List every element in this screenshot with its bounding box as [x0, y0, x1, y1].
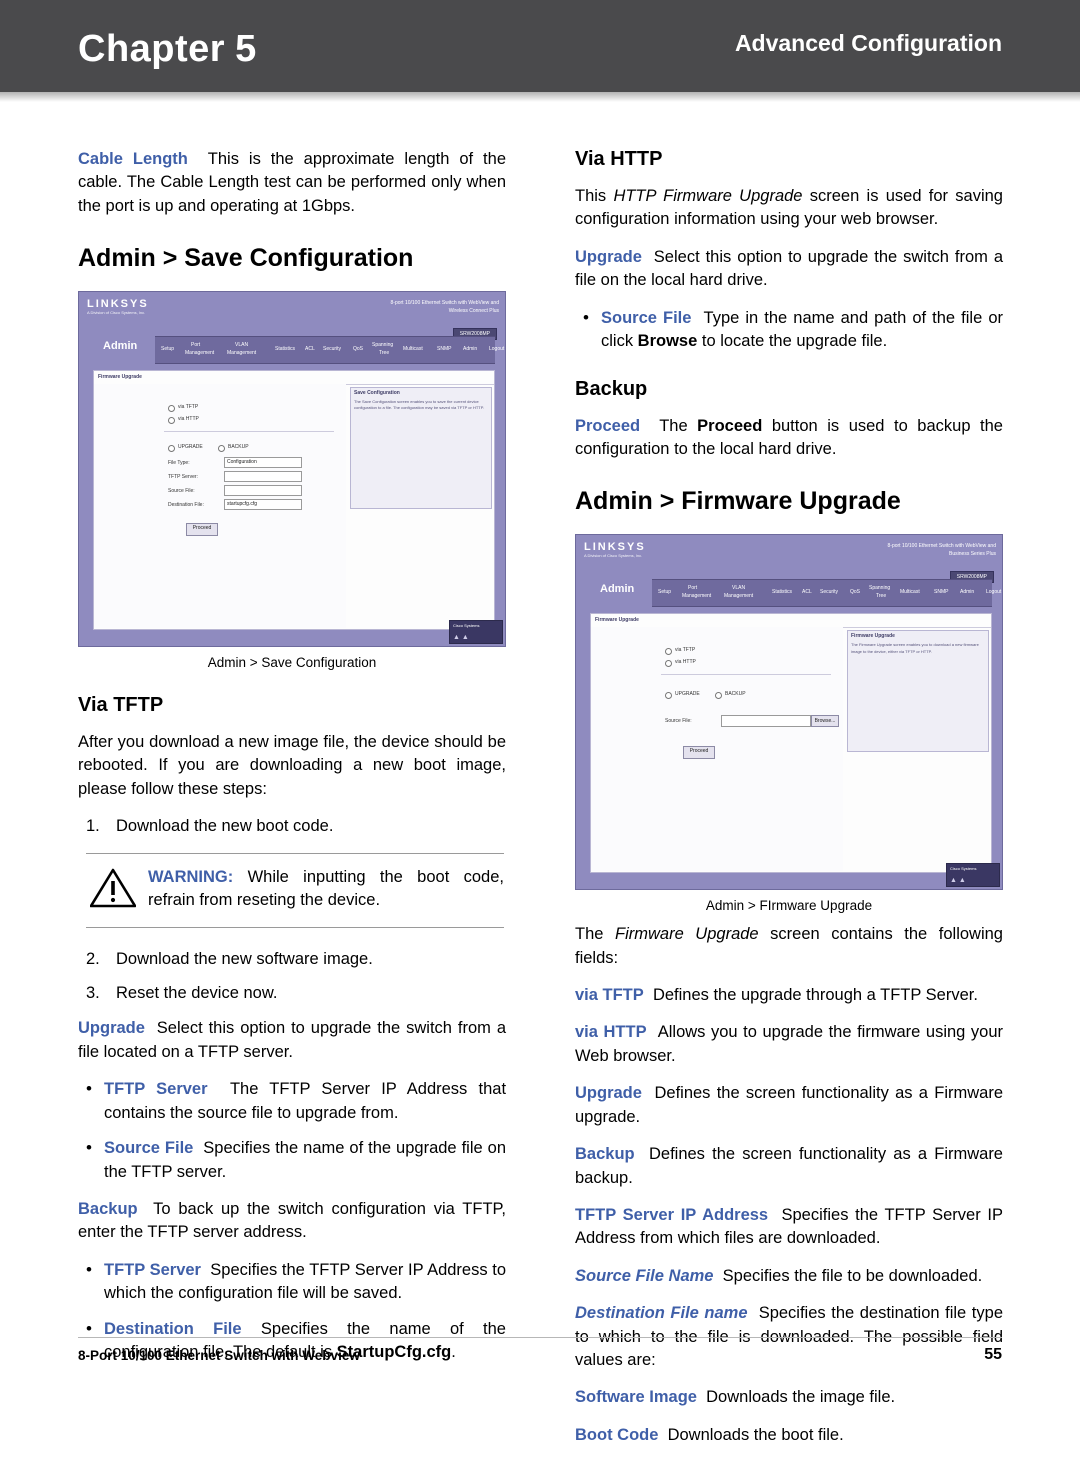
- http-upgrade-paragraph: Upgrade Select this option to upgrade th…: [575, 247, 1003, 290]
- tftp-intro-paragraph: After you download a new image file, the…: [78, 733, 506, 798]
- tftp-server-input[interactable]: [224, 471, 302, 483]
- browse-button[interactable]: Browse...: [811, 715, 839, 728]
- left-column: Cable Length This is the approximate len…: [78, 148, 506, 1378]
- def-software-image: Software Image Downloads the image file.: [575, 1388, 896, 1407]
- radio-via-tftp[interactable]: [168, 405, 175, 413]
- heading-via-http: Via HTTP: [575, 148, 663, 170]
- screenshot-content-panel: Firmware Upgrade Firmware Upgrade via TF…: [590, 613, 992, 874]
- list-item: 3. Reset the device now.: [86, 983, 278, 1002]
- list-item: TFTP Server Specifies the TFTP Server IP…: [78, 1258, 506, 1306]
- backup-paragraph: Backup To back up the switch configurati…: [78, 1199, 506, 1242]
- fields-intro-paragraph: The Firmware Upgrade screen contains the…: [575, 925, 1003, 967]
- figure-save-configuration: LINKSYS A Division of Cisco Systems, Inc.…: [78, 291, 506, 670]
- header-section-title: Advanced Configuration: [734, 30, 1002, 56]
- list-item: TFTP Server The TFTP Server IP Address t…: [78, 1077, 506, 1125]
- linksys-logo: LINKSYS A Division of Cisco Systems, Inc.: [87, 298, 149, 316]
- warning-text: WARNING: While inputting the boot code, …: [148, 867, 504, 910]
- radio-backup[interactable]: [218, 445, 225, 453]
- list-item: 1. Download the new boot code.: [86, 817, 334, 836]
- def-upgrade: Upgrade Defines the screen functionality…: [575, 1084, 1003, 1126]
- help-panel: Save Configuration The Save Configuratio…: [350, 387, 492, 510]
- def-boot-code: Boot Code Downloads the boot file.: [575, 1425, 844, 1444]
- cable-length-paragraph: Cable Length This is the approximate len…: [78, 148, 506, 218]
- figure2-caption: Admin > FIrmware Upgrade: [705, 898, 873, 914]
- radio-upgrade[interactable]: [168, 445, 175, 453]
- heading-via-tftp: Via TFTP: [78, 694, 164, 717]
- list-item: Source File Specifies the name of the up…: [78, 1136, 506, 1184]
- chapter-title: Chapter 5: [78, 28, 257, 71]
- def-via-http: via HTTP Allows you to upgrade the firmw…: [575, 1023, 1004, 1065]
- chapter-word: Chapter: [78, 28, 226, 70]
- right-column: Via HTTP This HTTP Firmware Upgrade scre…: [575, 148, 1003, 1461]
- source-file-input[interactable]: [721, 715, 811, 728]
- radio-via-http[interactable]: [168, 417, 175, 425]
- tftp-steps-part1: 1. Download the new boot code.: [78, 815, 506, 838]
- def-via-tftp: via TFTP Defines the upgrade through a T…: [575, 985, 978, 1004]
- list-item: 2. Download the new software image.: [86, 949, 373, 968]
- chapter-number: 5: [235, 28, 257, 70]
- figure1-caption: Admin > Save Configuration: [207, 655, 377, 671]
- list-item: Source File Type in the name and path of…: [575, 306, 1003, 354]
- warning-triangle-icon: [90, 868, 136, 908]
- linksys-logo: LINKSYS A Division of Cisco Systems, Inc.: [584, 541, 646, 559]
- cisco-systems-badge: Cisco Systems ▲▲: [946, 863, 1000, 888]
- help-panel: Firmware Upgrade The Firmware Upgrade sc…: [847, 630, 989, 753]
- device-model-banner: 8-port 10/100 Ethernet Switch with WebVi…: [390, 300, 500, 314]
- footer-product-name: 8-Port 10/100 Ethernet Switch with Webvi…: [78, 1348, 360, 1363]
- tftp-steps-part2: 2. Download the new software image. 3. Res…: [78, 948, 506, 1006]
- heading-backup: Backup: [575, 377, 648, 400]
- screenshot-content-panel: Firmware Upgrade Save Configuration via …: [93, 370, 495, 631]
- source-file-input[interactable]: [224, 485, 302, 497]
- cisco-systems-badge: Cisco Systems ▲▲: [449, 620, 503, 645]
- http-bullets: Source File Type in the name and path of…: [575, 306, 1003, 354]
- page-header: Chapter 5 Advanced Configuration: [0, 0, 1080, 102]
- upgrade-paragraph: Upgrade Select this option to upgrade th…: [78, 1019, 506, 1061]
- footer-divider: [78, 1337, 1002, 1338]
- figure-firmware-upgrade: LINKSYS A Division of Cisco Systems, Inc.…: [575, 534, 1003, 913]
- upgrade-term: Upgrade: [78, 1019, 145, 1038]
- tftp-bullets: TFTP Server The TFTP Server IP Address t…: [78, 1077, 506, 1184]
- def-tftp-server-ip-address: TFTP Server IP Address Specifies the TFT…: [575, 1205, 1003, 1248]
- screenshot-navbar[interactable]: Setup Port Management VLAN Management St…: [155, 336, 504, 365]
- def-backup: Backup Defines the screen functionality …: [575, 1145, 1003, 1187]
- admin-tab-label: Admin: [103, 340, 138, 353]
- heading-admin-save-configuration: Admin > Save Configuration: [78, 244, 414, 273]
- cable-length-term: Cable Length: [78, 150, 188, 168]
- warning-label: WARNING:: [148, 867, 234, 886]
- page-number: 55: [984, 1346, 1002, 1363]
- proceed-button[interactable]: Proceed: [683, 746, 715, 760]
- admin-save-configuration-screenshot: LINKSYS A Division of Cisco Systems, Inc.…: [78, 291, 506, 648]
- proceed-paragraph: Proceed The Proceed button is used to ba…: [575, 416, 1003, 458]
- http-intro-paragraph: This HTTP Firmware Upgrade screen is use…: [575, 187, 1003, 229]
- screenshot-navbar[interactable]: Setup Port Management VLAN Management St…: [652, 579, 1001, 608]
- def-source-file-name: Source File Name Specifies the file to b…: [575, 1266, 983, 1285]
- device-model-banner: 8-port 10/100 Ethernet Switch with WebVi…: [887, 543, 997, 557]
- admin-tab-label: Admin: [600, 583, 635, 596]
- admin-firmware-upgrade-screenshot: LINKSYS A Division of Cisco Systems, Inc.…: [575, 534, 1003, 891]
- proceed-button[interactable]: Proceed: [186, 523, 218, 537]
- heading-admin-firmware-upgrade: Admin > Firmware Upgrade: [575, 487, 901, 516]
- warning-box: WARNING: While inputting the boot code, …: [86, 852, 504, 928]
